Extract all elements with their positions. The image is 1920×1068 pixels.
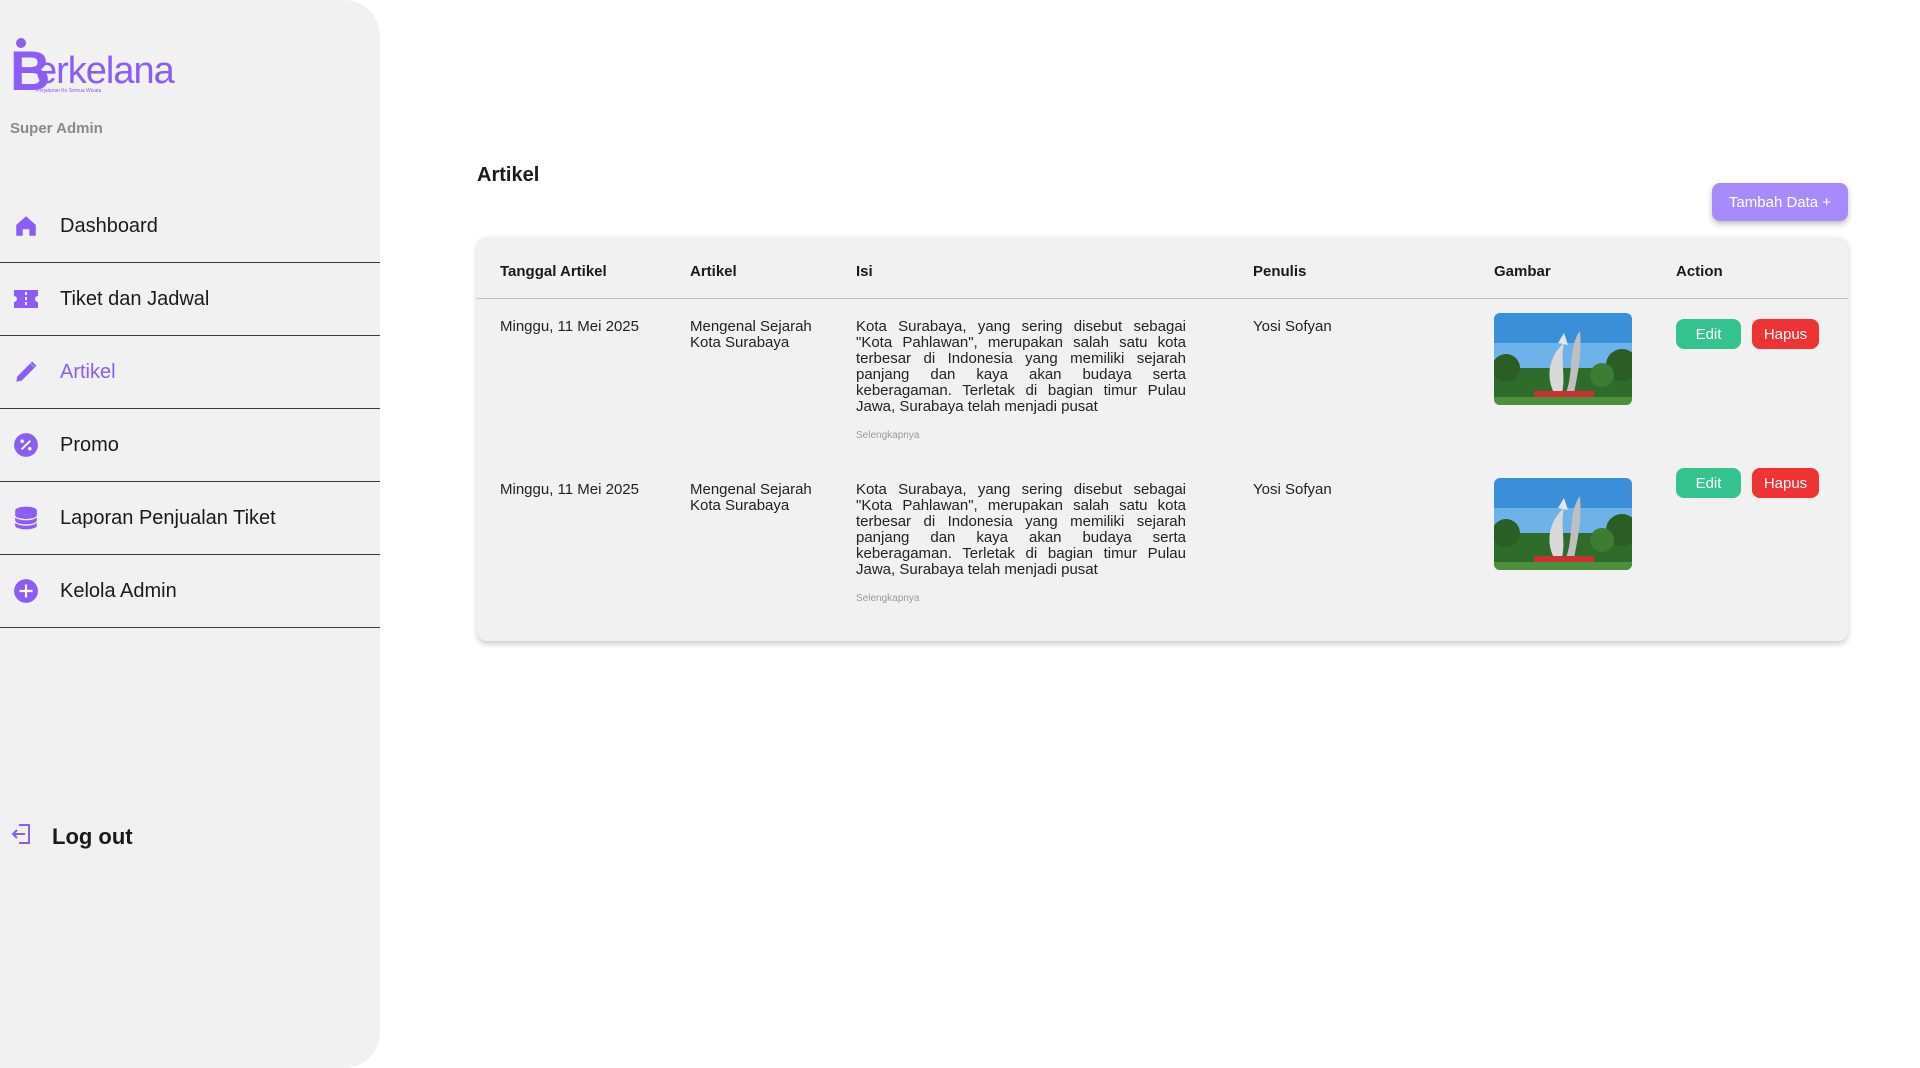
article-image xyxy=(1494,313,1632,405)
brand-tagline: Perjalanan Ke Semua Wisata xyxy=(36,88,102,94)
page-title: Artikel xyxy=(477,164,540,186)
table-row: Minggu, 11 Mei 2025 Mengenal Sejarah Kot… xyxy=(477,462,1848,625)
sidebar-item-label: Kelola Admin xyxy=(60,579,177,602)
home-icon xyxy=(12,212,40,240)
delete-button[interactable]: Hapus xyxy=(1752,468,1819,498)
sidebar-item-laporan[interactable]: Laporan Penjualan Tiket xyxy=(0,482,380,555)
plus-circle-icon xyxy=(12,577,40,605)
header-penulis: Penulis xyxy=(1253,263,1307,280)
sidebar-item-label: Laporan Penjualan Tiket xyxy=(60,506,276,529)
delete-button[interactable]: Hapus xyxy=(1752,319,1819,349)
cell-tanggal: Minggu, 11 Mei 2025 xyxy=(500,318,639,335)
header-isi: Isi xyxy=(856,263,873,280)
cell-artikel: Mengenal Sejarah Kota Surabaya xyxy=(690,318,812,351)
sidebar-item-label: Artikel xyxy=(60,360,116,383)
header-gambar: Gambar xyxy=(1494,263,1551,280)
read-more-link[interactable]: Selengkapnya xyxy=(856,430,919,441)
edit-button[interactable]: Edit xyxy=(1676,319,1741,349)
article-image xyxy=(1494,478,1632,570)
cell-isi: Kota Surabaya, yang sering disebut sebag… xyxy=(856,318,1186,415)
brand-name: erkelana xyxy=(36,50,175,92)
cell-penulis: Yosi Sofyan xyxy=(1253,318,1332,335)
read-more-link[interactable]: Selengkapnya xyxy=(856,593,919,604)
cell-penulis: Yosi Sofyan xyxy=(1253,481,1332,498)
articles-table: Tanggal Artikel Artikel Isi Penulis Gamb… xyxy=(477,237,1848,641)
cell-isi: Kota Surabaya, yang sering disebut sebag… xyxy=(856,481,1186,578)
logout-button[interactable]: Log out xyxy=(10,822,133,851)
header-artikel: Artikel xyxy=(690,263,737,280)
table-row: Minggu, 11 Mei 2025 Mengenal Sejarah Kot… xyxy=(477,299,1848,462)
table-header: Tanggal Artikel Artikel Isi Penulis Gamb… xyxy=(477,237,1848,299)
sidebar-item-artikel[interactable]: Artikel xyxy=(0,336,380,409)
sidebar: B erkelana Perjalanan Ke Semua Wisata Su… xyxy=(0,0,380,1068)
sidebar-item-label: Dashboard xyxy=(60,214,158,237)
edit-button[interactable]: Edit xyxy=(1676,468,1741,498)
sidebar-item-promo[interactable]: Promo xyxy=(0,409,380,482)
cell-tanggal: Minggu, 11 Mei 2025 xyxy=(500,481,639,498)
sidebar-item-tiket[interactable]: Tiket dan Jadwal xyxy=(0,263,380,336)
sidebar-item-label: Tiket dan Jadwal xyxy=(60,287,210,310)
header-action: Action xyxy=(1676,263,1723,280)
header-tanggal: Tanggal Artikel xyxy=(500,263,607,280)
database-icon xyxy=(12,504,40,532)
add-data-button[interactable]: Tambah Data + xyxy=(1712,183,1848,221)
percent-badge-icon xyxy=(12,431,40,459)
sidebar-item-kelola-admin[interactable]: Kelola Admin xyxy=(0,555,380,628)
logout-icon xyxy=(10,822,34,851)
logout-label: Log out xyxy=(52,823,133,849)
cell-artikel: Mengenal Sejarah Kota Surabaya xyxy=(690,481,812,514)
ticket-icon xyxy=(12,285,40,313)
pencil-icon xyxy=(12,358,40,386)
user-role: Super Admin xyxy=(10,120,103,137)
logo-person-icon: B xyxy=(10,38,51,102)
sidebar-nav: Dashboard Tiket dan Jadwal Artikel Promo… xyxy=(0,190,380,628)
sidebar-item-dashboard[interactable]: Dashboard xyxy=(0,190,380,263)
sidebar-item-label: Promo xyxy=(60,433,119,456)
